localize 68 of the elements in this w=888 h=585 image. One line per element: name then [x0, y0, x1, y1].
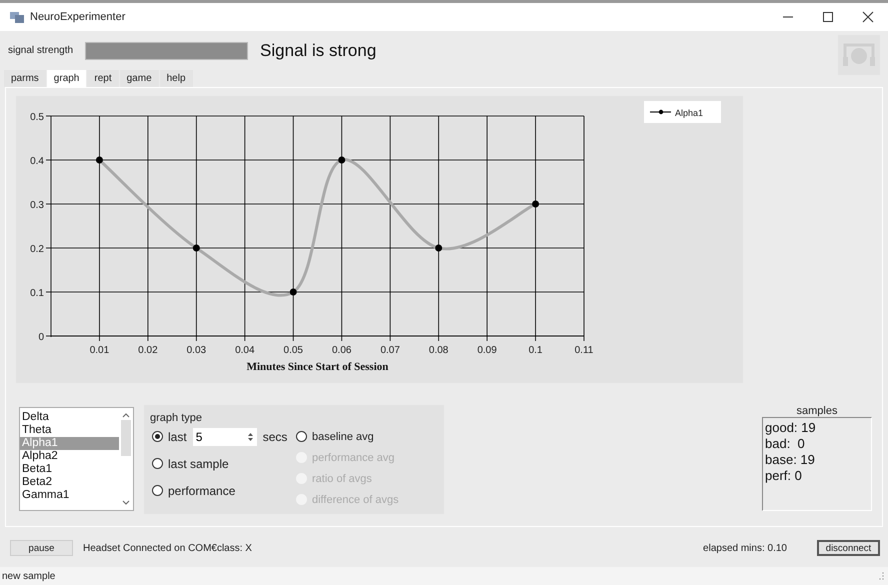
band-item[interactable]: Gamma1: [20, 489, 119, 502]
tab[interactable]: graph: [46, 70, 86, 87]
pause-button[interactable]: pause: [10, 540, 73, 556]
tab[interactable]: help: [160, 70, 193, 87]
group-title: graph type: [150, 412, 202, 424]
y-tick-label: 0.2: [30, 244, 44, 255]
x-tick-label: 0.07: [380, 345, 400, 356]
spin-arrows-icon[interactable]: [246, 430, 254, 442]
sample-count: perf: 0: [765, 468, 803, 484]
signal-strength-label: signal strength: [8, 45, 74, 56]
x-tick-label: 0.05: [284, 345, 303, 356]
connection-status: Headset Connected on COM€class: X: [83, 542, 252, 554]
data-point: [290, 288, 297, 296]
y-tick-label: 0.4: [30, 156, 44, 167]
samples-title: samples: [796, 405, 838, 417]
data-point: [96, 156, 103, 164]
y-tick-label: 0.5: [30, 112, 44, 123]
data-point: [532, 200, 540, 208]
headset-icon: [838, 35, 880, 75]
band-item[interactable]: Beta2: [20, 476, 119, 489]
legend-line-icon: [650, 110, 672, 114]
resize-grip-icon[interactable]: [878, 572, 884, 580]
x-tick-label: 0.08: [428, 345, 448, 356]
elapsed-time: elapsed mins: 0.10: [703, 542, 787, 554]
band-item[interactable]: Beta1: [20, 463, 119, 476]
radio-button: difference of avgs: [294, 494, 399, 506]
tab[interactable]: rept: [87, 70, 119, 87]
maximize-icon[interactable]: [822, 11, 834, 23]
radio-button[interactable]: last sample: [150, 456, 229, 470]
signal-message: Signal is strong: [260, 40, 376, 60]
band-item[interactable]: Delta: [20, 411, 119, 424]
close-icon[interactable]: [862, 11, 874, 23]
unit-label: secs: [262, 430, 288, 444]
status-text: new sample: [2, 570, 56, 582]
y-tick-label: 0: [38, 332, 44, 343]
x-tick-label: 0.06: [332, 345, 352, 356]
radio-button[interactable]: performance: [150, 484, 236, 498]
window-title: NeuroExperimenter: [30, 11, 126, 23]
x-tick-label: 0.04: [235, 345, 255, 356]
tab[interactable]: parms: [4, 70, 46, 87]
disconnect-button[interactable]: disconnect: [817, 540, 880, 556]
y-tick-label: 0.3: [30, 200, 44, 211]
data-point: [435, 244, 442, 252]
y-tick-label: 0.1: [30, 288, 44, 299]
x-tick-label: 0.11: [574, 345, 594, 356]
band-item[interactable]: Alpha2: [20, 450, 119, 463]
data-point: [192, 244, 200, 252]
x-tick-label: 0.01: [90, 345, 110, 356]
app-icon: [10, 11, 24, 23]
sample-count: good: 19: [765, 420, 817, 436]
x-tick-label: 0.1: [528, 345, 542, 356]
tab[interactable]: game: [120, 70, 159, 87]
seconds-spinbox[interactable]: 5: [192, 428, 257, 446]
radio-button[interactable]: last: [150, 430, 187, 444]
legend-label: Alpha1: [675, 108, 704, 118]
x-axis-title: Minutes Since Start of Session: [246, 361, 388, 373]
data-point: [338, 156, 346, 164]
x-tick-label: 0.03: [186, 345, 206, 356]
x-tick-label: 0.09: [477, 345, 497, 356]
scroll-up-icon[interactable]: [122, 412, 130, 418]
radio-button[interactable]: baseline avg: [294, 430, 374, 442]
scroll-down-icon[interactable]: [122, 500, 130, 506]
radio-button: performance avg: [294, 452, 395, 464]
x-tick-label: 0.02: [138, 345, 158, 356]
radio-button: ratio of avgs: [294, 472, 372, 484]
band-item[interactable]: Theta: [20, 424, 119, 437]
sample-count: bad: 0: [765, 436, 806, 452]
sample-count: base: 19: [765, 452, 816, 468]
